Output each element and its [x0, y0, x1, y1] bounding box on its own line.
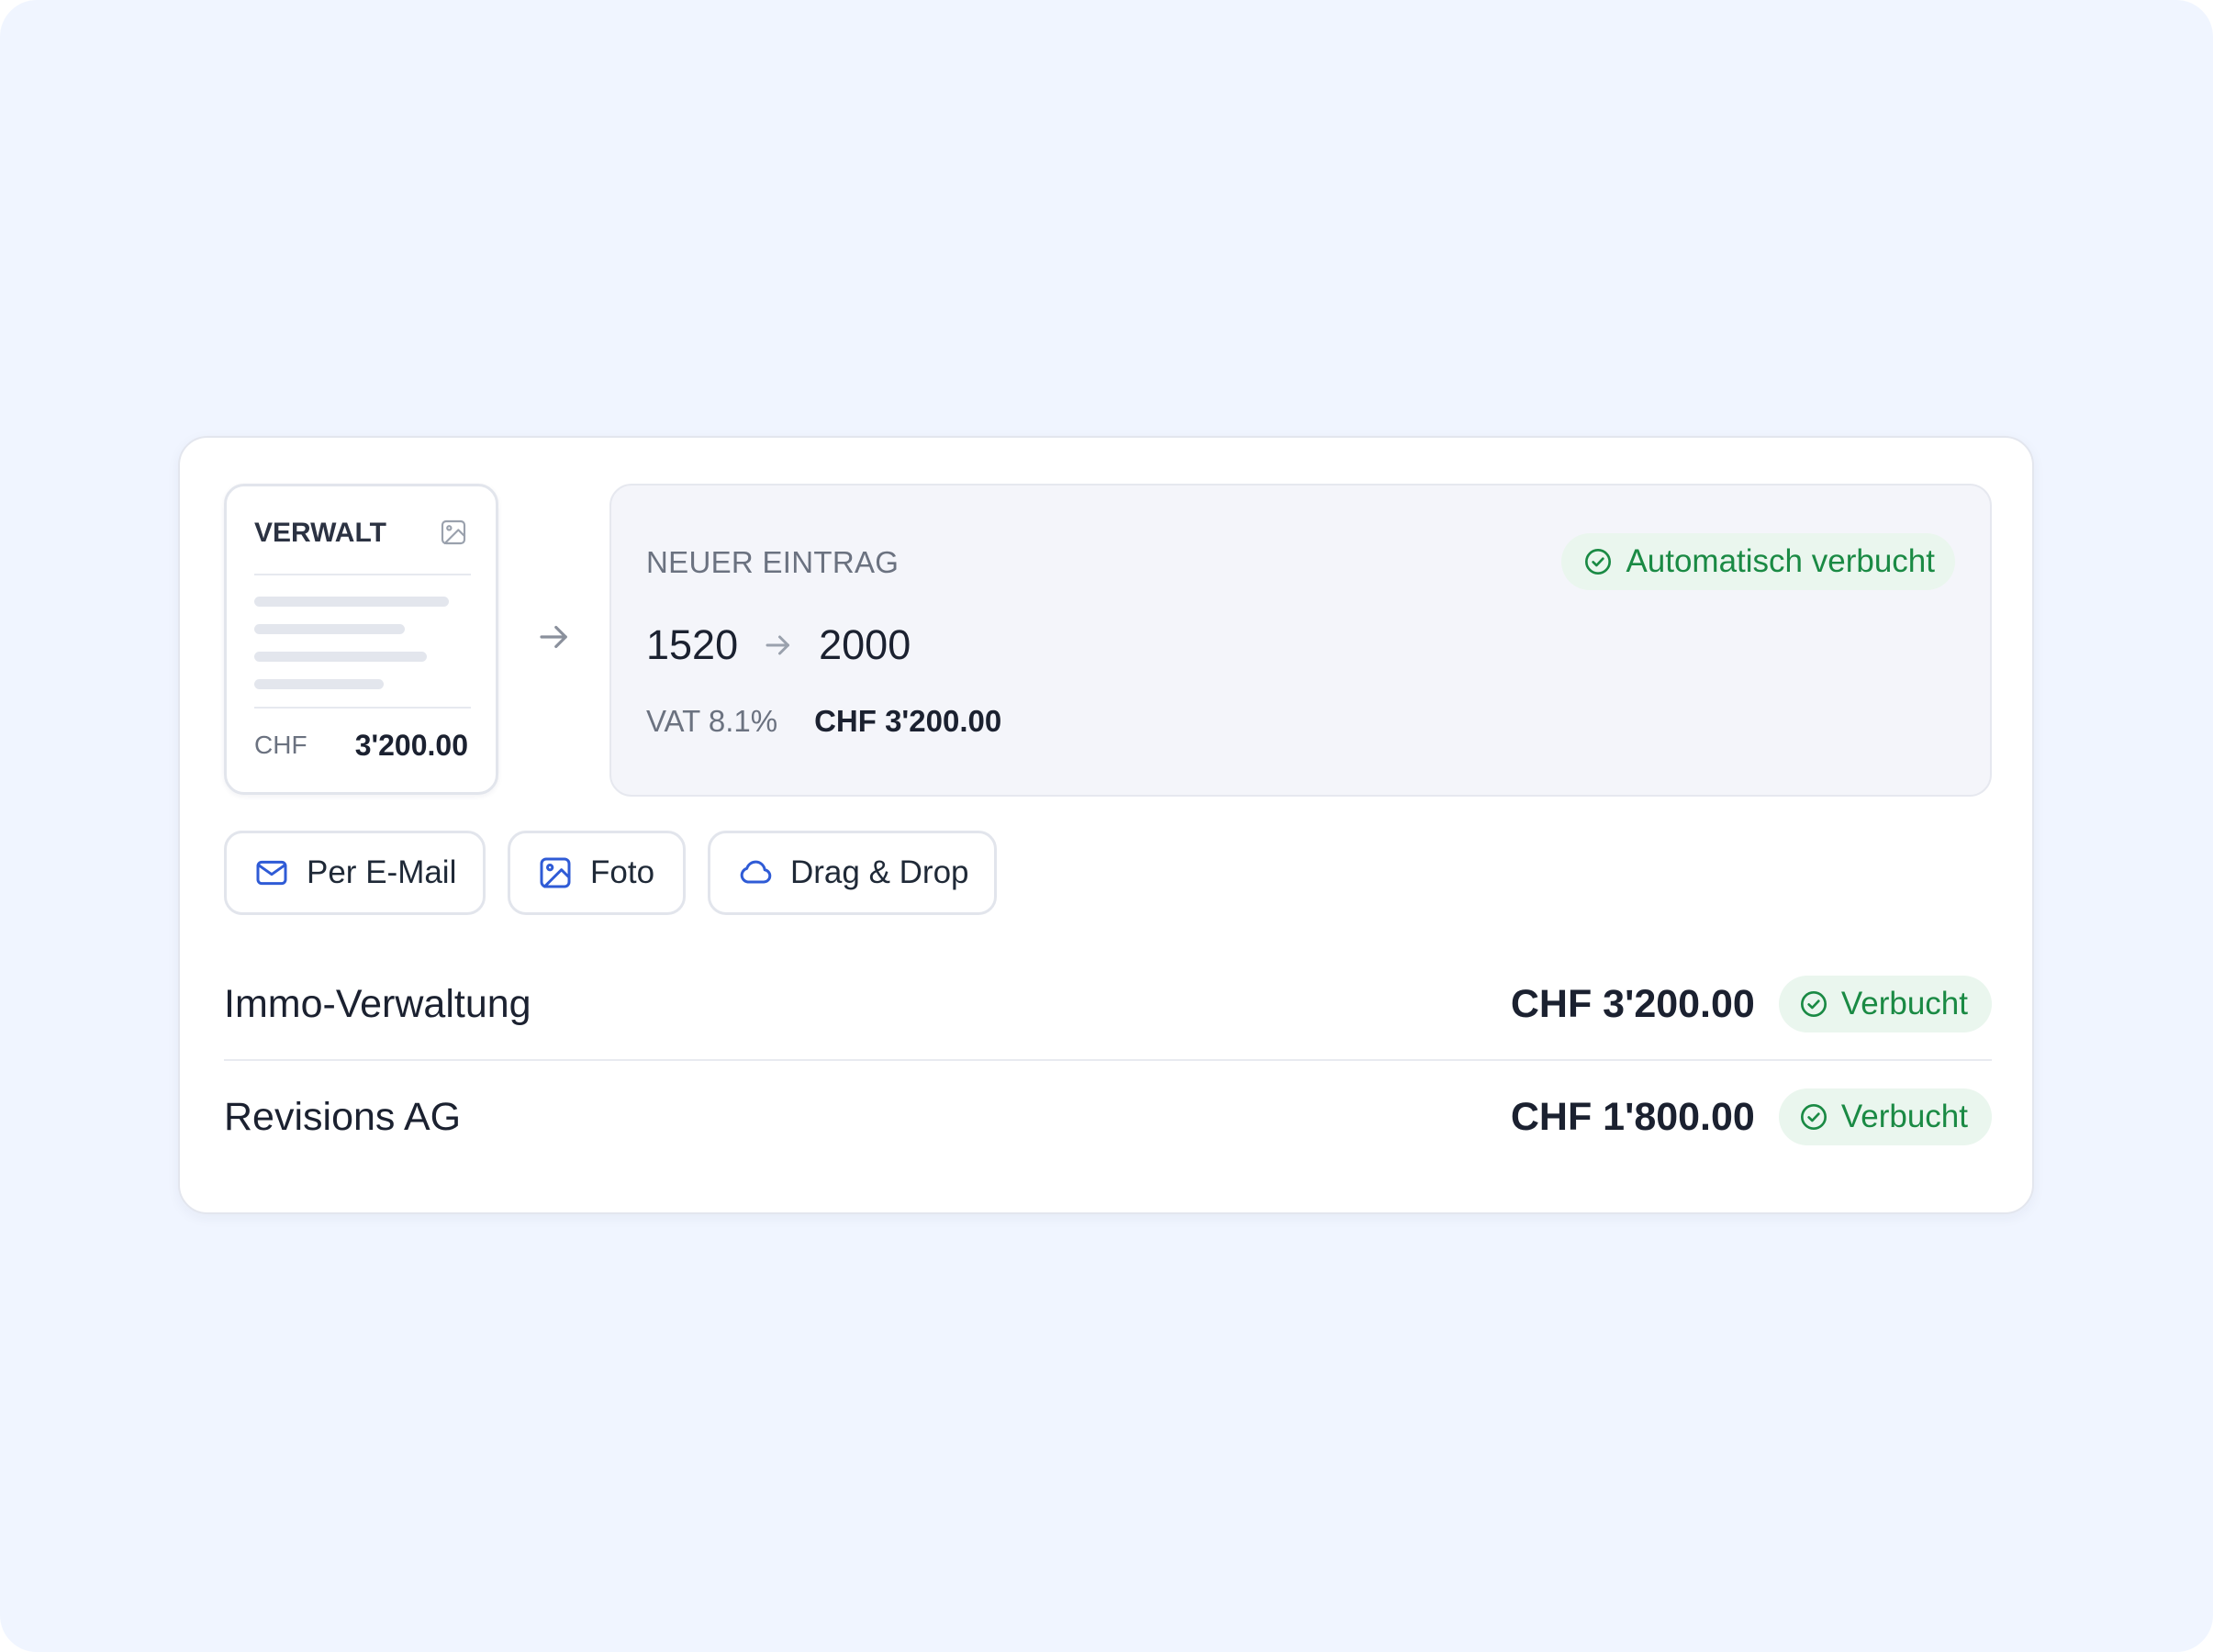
receipt-line-placeholder	[254, 597, 449, 607]
vat-amount: CHF 3'200.00	[814, 704, 1002, 738]
upload-drag-drop-button[interactable]: Drag & Drop	[708, 831, 997, 915]
image-icon	[441, 519, 466, 545]
to-account: 2000	[819, 621, 911, 668]
auto-booked-label: Automatisch verbucht	[1626, 543, 1935, 579]
receipt-line-placeholder	[254, 624, 405, 634]
check-circle-icon	[1800, 991, 1827, 1017]
status-label: Verbucht	[1840, 986, 1968, 1021]
status-label: Verbucht	[1840, 1099, 1968, 1134]
receipt-amount: 3'200.00	[354, 729, 468, 762]
booking-card: VERWALT CHF 3'200.00 NEUER EINTRAG Autom…	[178, 436, 2034, 1214]
row-divider	[224, 1059, 1992, 1061]
check-circle-icon	[1800, 1104, 1827, 1130]
ledger-row[interactable]: Revisions AG CHF 1'800.00 Verbucht	[224, 1080, 1992, 1154]
receipt-line-placeholder	[254, 652, 427, 662]
ledger-amount: CHF 3'200.00	[1510, 981, 1755, 1026]
receipt-currency: CHF	[254, 731, 307, 759]
upload-email-button[interactable]: Per E-Mail	[224, 831, 486, 915]
upload-email-label: Per E-Mail	[307, 854, 457, 890]
mail-icon	[256, 860, 287, 886]
arrow-right-icon	[540, 625, 567, 649]
check-circle-icon	[1585, 549, 1612, 575]
cloud-icon	[740, 860, 772, 884]
account-mapping: 1520 2000	[646, 621, 911, 669]
vat-label: VAT 8.1%	[646, 704, 778, 738]
vat-row: VAT 8.1% CHF 3'200.00	[646, 704, 1001, 739]
receipt-title: VERWALT	[254, 518, 386, 548]
entry-label: NEUER EINTRAG	[646, 545, 900, 579]
from-account: 1520	[646, 621, 739, 668]
ledger-amount: CHF 1'800.00	[1510, 1094, 1755, 1139]
receipt-divider	[254, 574, 471, 575]
status-badge: Verbucht	[1778, 1088, 1992, 1145]
upload-drag-drop-label: Drag & Drop	[790, 854, 969, 890]
ledger-row[interactable]: Immo-Verwaltung CHF 3'200.00 Verbucht	[224, 967, 1992, 1041]
ledger-name: Revisions AG	[224, 1094, 462, 1139]
new-entry-panel: NEUER EINTRAG Automatisch verbucht 1520 …	[609, 484, 1992, 797]
upload-photo-button[interactable]: Foto	[508, 831, 686, 915]
arrow-right-icon	[766, 635, 790, 655]
page-background: VERWALT CHF 3'200.00 NEUER EINTRAG Autom…	[0, 0, 2213, 1652]
receipt-divider	[254, 707, 471, 709]
upload-photo-label: Foto	[590, 854, 655, 890]
ledger-name: Immo-Verwaltung	[224, 981, 531, 1026]
receipt-preview[interactable]: VERWALT CHF 3'200.00	[224, 484, 498, 795]
receipt-line-placeholder	[254, 679, 384, 689]
auto-booked-badge: Automatisch verbucht	[1561, 533, 1955, 590]
image-icon	[540, 857, 571, 888]
status-badge: Verbucht	[1778, 976, 1992, 1032]
